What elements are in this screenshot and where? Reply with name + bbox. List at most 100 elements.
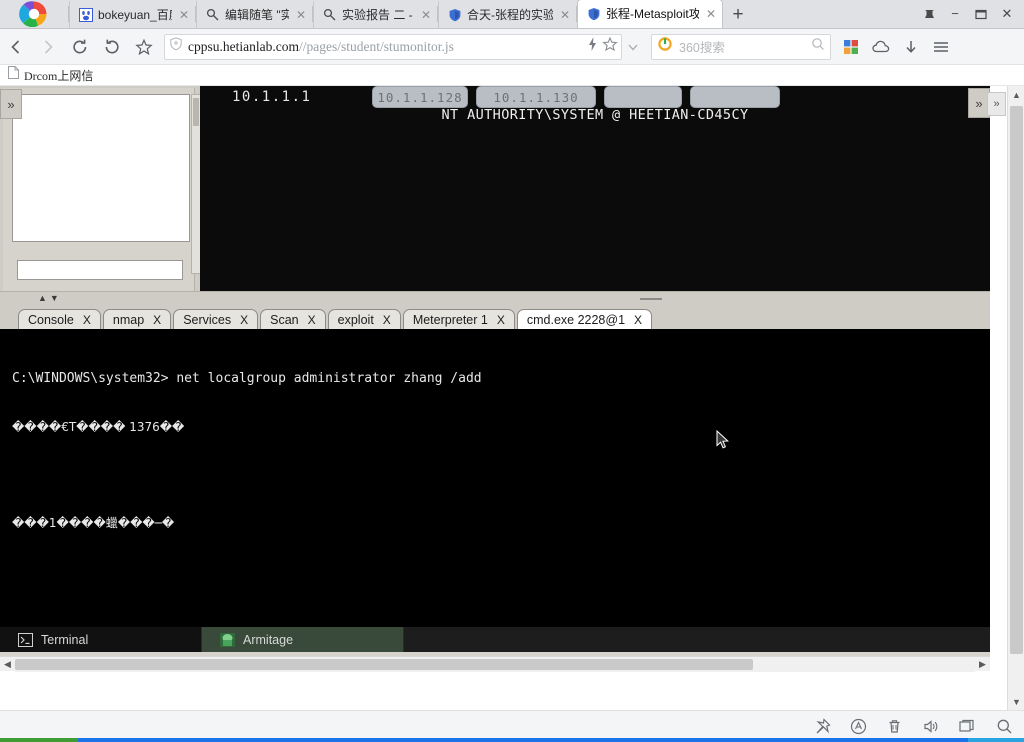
armitage-host-graph[interactable]: 10.1.1.1 10.1.1.128 10.1.1.130 NT AUTHOR…: [200, 86, 990, 291]
console-tab-services-close-icon[interactable]: X: [240, 313, 248, 327]
armitage-host-node-3[interactable]: [690, 86, 780, 108]
console-tab-scan-close-icon[interactable]: X: [308, 313, 316, 327]
browser-tab-4-label: 张程-Metasploit攻: [606, 7, 699, 21]
hscroll-right-arrow-icon[interactable]: ▶: [975, 657, 990, 672]
console-tab-cmd-exe-close-icon[interactable]: X: [634, 313, 642, 327]
hscroll-left-arrow-icon[interactable]: ◀: [0, 657, 15, 672]
360-browser-logo-icon: [19, 0, 47, 27]
vscroll-down-arrow-icon[interactable]: ▼: [1008, 693, 1024, 710]
page-content: » 10.1.1.1 10.1.1.128 10.1.1.130 NT AUTH…: [0, 86, 1024, 710]
armitage-host-node-1[interactable]: 10.1.1.130: [476, 86, 596, 108]
taskbar-item-terminal[interactable]: Terminal: [0, 627, 202, 652]
new-tab-button[interactable]: +: [723, 1, 753, 28]
page-horizontal-scrollbar[interactable]: ◀ ▶: [0, 656, 990, 672]
console-tab-cmd-exe-label: cmd.exe 2228@1: [526, 313, 626, 327]
shield-icon: [448, 8, 462, 22]
star-icon[interactable]: [602, 36, 618, 57]
taskbar-item-terminal-label: Terminal: [41, 632, 89, 647]
armitage-expand-left-button[interactable]: »: [0, 89, 22, 119]
close-window-button[interactable]: ✕: [994, 2, 1020, 26]
cmd-terminal-output[interactable]: C:\WINDOWS\system32> net localgroup admi…: [0, 329, 990, 627]
console-tab-exploit[interactable]: exploit X: [327, 309, 401, 330]
menu-hamburger-icon[interactable]: [927, 33, 955, 61]
armitage-host-root-label: 10.1.1.1: [232, 89, 312, 105]
browser-tab-4[interactable]: 张程-Metasploit攻 ✕: [577, 0, 723, 28]
console-tab-services[interactable]: Services X: [173, 309, 259, 330]
console-tab-console[interactable]: Console X: [18, 309, 101, 330]
bottom-accent-bar: [0, 738, 1024, 742]
armitage-module-tree[interactable]: [12, 94, 190, 242]
browser-tab-1-close-icon[interactable]: ✕: [294, 9, 308, 21]
lightning-icon[interactable]: [587, 36, 598, 57]
browser-tab-3[interactable]: 合天-张程的实验室 ✕: [438, 1, 576, 28]
armitage-splitter-arrows[interactable]: ▲▼: [38, 293, 62, 303]
console-tab-nmap[interactable]: nmap X: [102, 309, 172, 330]
console-tab-nmap-close-icon[interactable]: X: [153, 313, 161, 327]
console-tab-console-close-icon[interactable]: X: [83, 313, 91, 327]
taskbar-item-armitage-label: Armitage: [243, 632, 294, 647]
search-input[interactable]: 360搜索: [679, 37, 805, 56]
armitage-splitter-handle[interactable]: [640, 298, 662, 300]
console-tab-meterpreter-1-close-icon[interactable]: X: [497, 313, 505, 327]
console-tab-scan-label: Scan: [270, 313, 299, 327]
terminal-line: C:\WINDOWS\system32> net localgroup admi…: [12, 371, 482, 386]
search-bar[interactable]: 360搜索: [651, 33, 831, 60]
bottom-accent-right: [968, 738, 1024, 742]
browser-nav-bar: cppsu.hetianlab.com//pages/student/stumo…: [0, 29, 1024, 65]
page-vertical-scrollbar[interactable]: ▲ ▼: [1007, 86, 1024, 710]
browser-tab-2[interactable]: 实验报告 二 - g… ✕: [313, 1, 437, 28]
apps-grid-icon[interactable]: [837, 33, 865, 61]
armitage-splitter[interactable]: ▲▼: [0, 291, 990, 308]
history-back-button[interactable]: [96, 32, 128, 62]
blog-icon: [323, 8, 337, 22]
vscroll-thumb[interactable]: [1010, 106, 1023, 654]
pin-window-icon[interactable]: [916, 2, 942, 26]
forward-button[interactable]: [32, 32, 64, 62]
console-tab-exploit-close-icon[interactable]: X: [383, 313, 391, 327]
minimize-window-button[interactable]: −: [942, 2, 968, 26]
armitage-icon: [220, 632, 235, 647]
hscroll-track[interactable]: [15, 656, 975, 672]
terminal-icon: [18, 632, 33, 647]
armitage-module-filter-input[interactable]: [17, 260, 183, 280]
maximize-window-button[interactable]: [968, 2, 994, 26]
back-button[interactable]: [0, 32, 32, 62]
download-icon[interactable]: [897, 33, 925, 61]
browser-tab-2-close-icon[interactable]: ✕: [419, 9, 433, 21]
browser-tab-3-close-icon[interactable]: ✕: [558, 9, 572, 21]
bottom-accent-left: [0, 738, 78, 742]
taskbar-item-armitage[interactable]: Armitage: [202, 627, 404, 652]
browser-tab-4-close-icon[interactable]: ✕: [704, 8, 718, 20]
address-bar[interactable]: cppsu.hetianlab.com//pages/student/stumo…: [164, 33, 622, 60]
address-bar-url: cppsu.hetianlab.com//pages/student/stumo…: [188, 39, 583, 55]
browser-tab-0[interactable]: bokeyuan_百度搜索 ✕: [69, 1, 195, 28]
bookmarks-bar: Drcom上网信: [0, 65, 1024, 86]
address-bar-domain: cppsu.hetianlab.com: [188, 38, 299, 54]
console-tab-scan[interactable]: Scan X: [260, 309, 326, 330]
terminal-line: ���1����蠟���─�: [12, 516, 175, 530]
bookmark-item-0[interactable]: Drcom上网信: [24, 67, 93, 84]
console-tab-meterpreter-1[interactable]: Meterpreter 1 X: [402, 309, 515, 330]
vscroll-up-arrow-icon[interactable]: ▲: [1008, 86, 1024, 103]
console-tab-cmd-exe[interactable]: cmd.exe 2228@1 X: [516, 309, 653, 330]
hscroll-thumb[interactable]: [15, 658, 753, 670]
armitage-remote-desktop: » 10.1.1.1 10.1.1.128 10.1.1.130 NT AUTH…: [0, 86, 990, 672]
browser-tab-0-close-icon[interactable]: ✕: [177, 9, 191, 21]
cloud-icon[interactable]: [867, 33, 895, 61]
magnifier-icon[interactable]: [811, 37, 825, 56]
bookmark-star-icon[interactable]: [128, 32, 160, 62]
browser-tab-1[interactable]: 编辑随笔 "实验四" ✕: [196, 1, 312, 28]
address-bar-path: //pages/student/stumonitor.js: [298, 38, 454, 54]
360-search-icon: [657, 36, 673, 57]
browser-tab-bar: bokeyuan_百度搜索 ✕ 编辑随笔 "实验四" ✕ 实验报告 二 - g……: [0, 0, 1024, 29]
armitage-host-node-0[interactable]: 10.1.1.128: [372, 86, 468, 108]
armitage-host-node-2[interactable]: [604, 86, 682, 108]
browser-tab-2-label: 实验报告 二 - g…: [342, 7, 414, 22]
reload-button[interactable]: [64, 32, 96, 62]
page-collapse-panel-button[interactable]: »: [987, 92, 1006, 116]
chevron-down-icon[interactable]: [622, 32, 644, 62]
console-tab-meterpreter-1-label: Meterpreter 1: [412, 313, 488, 327]
